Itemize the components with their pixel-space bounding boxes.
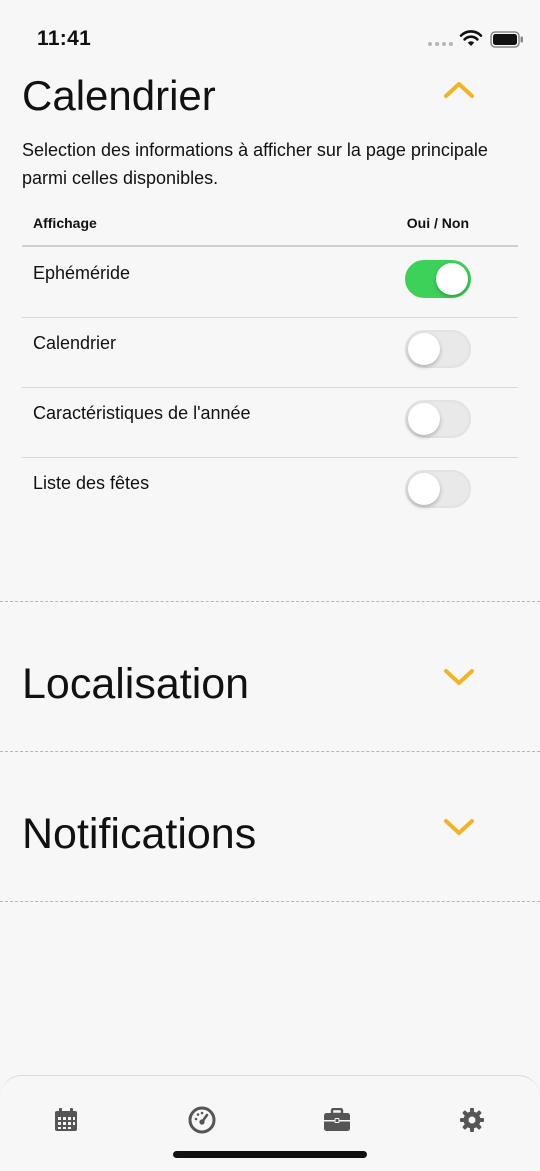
- option-row-calendrier: Calendrier: [22, 317, 518, 388]
- chevron-down-icon[interactable]: [443, 668, 475, 686]
- column-header-oui-non: Oui / Non: [406, 215, 469, 231]
- toggle-calendrier[interactable]: [405, 330, 471, 368]
- option-label: Calendrier: [33, 333, 117, 353]
- option-label: Liste des fêtes: [33, 473, 150, 493]
- chevron-up-icon[interactable]: [443, 81, 475, 99]
- chevron-down-icon[interactable]: [443, 818, 475, 836]
- toggle-knob: [436, 263, 468, 295]
- section-divider: [0, 601, 540, 602]
- battery-icon: [490, 31, 523, 48]
- toggle-knob: [408, 473, 440, 505]
- toggle-ephemeride[interactable]: [405, 260, 471, 298]
- home-indicator: [173, 1151, 367, 1158]
- toggle-caracteristiques[interactable]: [405, 400, 471, 438]
- option-label: Caractéristiques de l'année: [33, 403, 251, 423]
- option-row-ephemeride: Ephéméride: [22, 247, 518, 318]
- toggle-liste-des-fetes[interactable]: [405, 470, 471, 508]
- gear-icon: [460, 1108, 484, 1132]
- tab-settings[interactable]: [452, 1100, 492, 1140]
- section-title-localisation[interactable]: Localisation: [22, 660, 249, 709]
- option-label: Ephéméride: [33, 263, 131, 283]
- tab-briefcase[interactable]: [317, 1100, 357, 1140]
- option-row-liste-des-fetes: Liste des fêtes: [22, 457, 518, 527]
- signal-icon: [428, 42, 453, 46]
- status-time: 11:41: [37, 27, 92, 50]
- calendrier-description: Selection des informations à afficher su…: [22, 140, 488, 188]
- wifi-icon: [459, 30, 483, 46]
- tab-calendar[interactable]: [46, 1100, 86, 1140]
- status-bar: 11:41: [0, 0, 540, 70]
- column-header-affichage: Affichage: [33, 215, 97, 231]
- option-row-caracteristiques: Caractéristiques de l'année: [22, 387, 518, 458]
- section-divider: [0, 751, 540, 752]
- toggle-knob: [408, 403, 440, 435]
- tab-dashboard[interactable]: [182, 1100, 222, 1140]
- table-header: Affichage Oui / Non: [22, 205, 518, 247]
- calendar-icon: [55, 1108, 77, 1131]
- section-title-notifications[interactable]: Notifications: [22, 810, 256, 859]
- toggle-knob: [408, 333, 440, 365]
- briefcase-icon: [324, 1108, 350, 1131]
- gauge-icon: [188, 1106, 216, 1134]
- section-divider: [0, 901, 540, 902]
- section-title-calendrier: Calendrier: [22, 72, 216, 119]
